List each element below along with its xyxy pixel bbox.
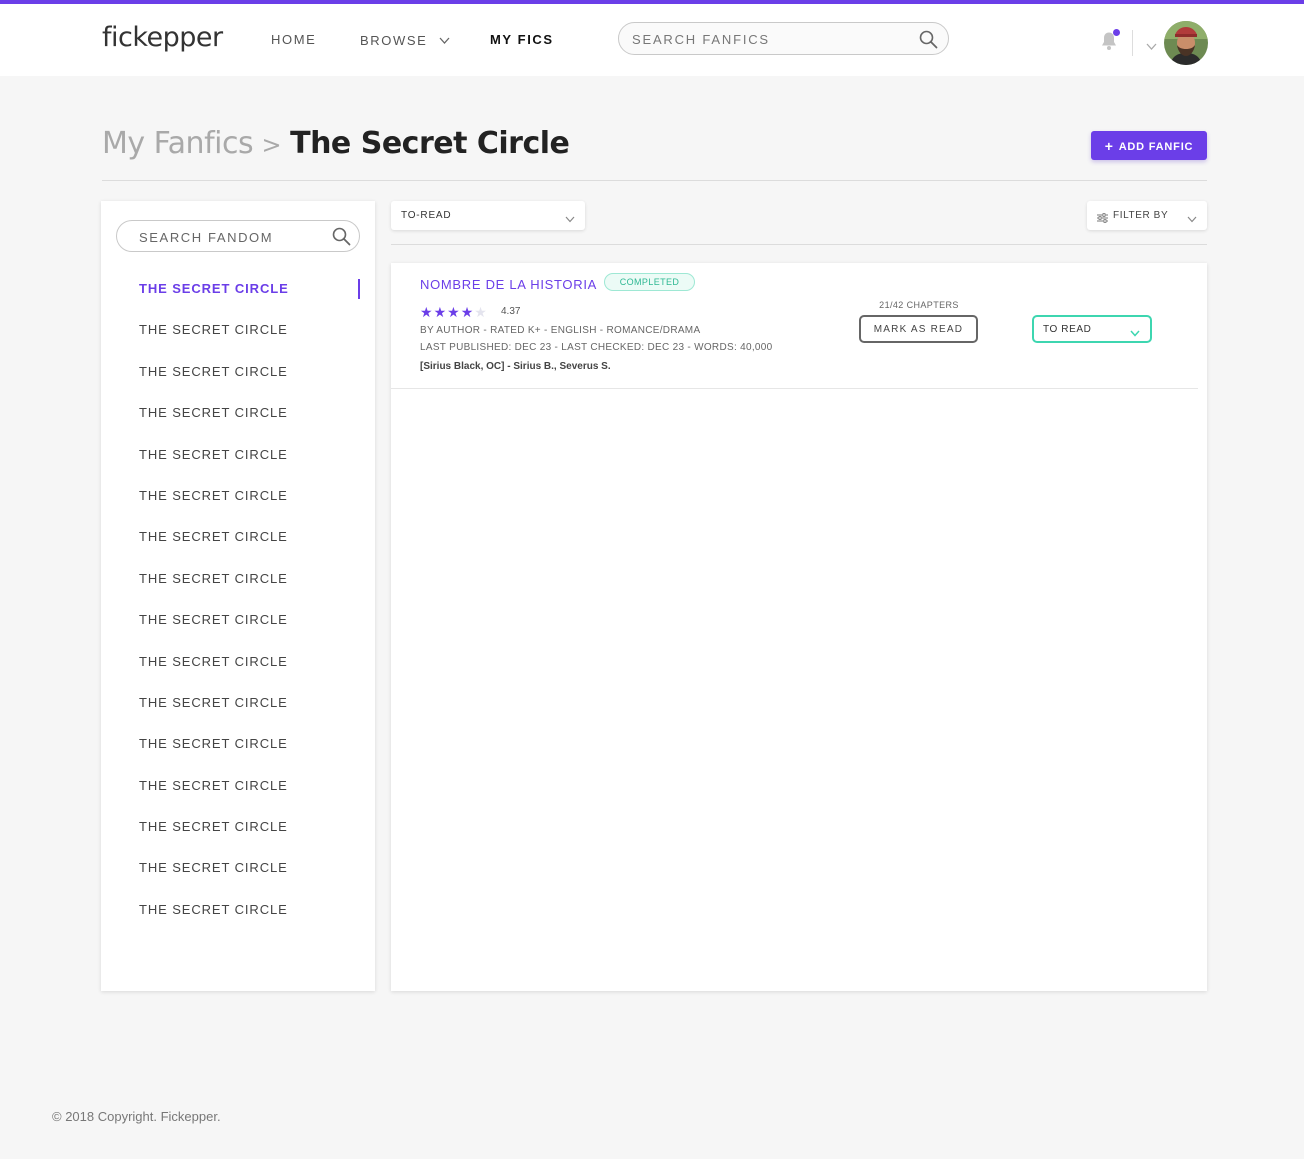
fandom-sidebar: THE SECRET CIRCLE THE SECRET CIRCLE THE …: [101, 201, 375, 991]
fanfic-characters: [Sirius Black, OC] - Sirius B., Severus …: [420, 361, 611, 372]
notification-dot: [1113, 29, 1120, 36]
fandom-item[interactable]: THE SECRET CIRCLE: [101, 693, 375, 734]
fandom-item[interactable]: THE SECRET CIRCLE: [101, 900, 375, 941]
fandom-item[interactable]: THE SECRET CIRCLE: [101, 362, 375, 403]
search-icon[interactable]: [919, 30, 938, 54]
star-rating: ★★★★★: [420, 304, 488, 321]
chevron-down-icon[interactable]: [1146, 37, 1157, 55]
top-navbar: fickepper HOME BROWSE MY FICS: [0, 0, 1304, 76]
page-title: My Fanfics > The Secret Circle: [102, 126, 570, 161]
star-icon: ★: [420, 304, 434, 320]
fandom-search: [116, 220, 360, 252]
chapter-progress: 21/42 CHAPTERS: [879, 300, 959, 310]
fanfic-search-input[interactable]: [632, 29, 912, 49]
divider: [391, 244, 1207, 245]
search-icon[interactable]: [332, 227, 351, 251]
fandom-item[interactable]: THE SECRET CIRCLE: [101, 610, 375, 651]
fanfic-dates: LAST PUBLISHED: DEC 23 - LAST CHECKED: D…: [420, 342, 773, 353]
main-content: TO-READ FILTER BY NOMBRE DE LA HISTORIA …: [391, 201, 1207, 991]
status-filter-value: TO-READ: [401, 210, 452, 221]
reading-status-value: TO READ: [1043, 324, 1092, 335]
fandom-item[interactable]: THE SECRET CIRCLE: [101, 734, 375, 775]
star-icon: ★: [474, 304, 488, 320]
fandom-item[interactable]: THE SECRET CIRCLE: [101, 652, 375, 693]
star-icon: ★: [433, 304, 448, 320]
fandom-item[interactable]: THE SECRET CIRCLE: [101, 445, 375, 486]
footer-copyright: © 2018 Copyright. Fickepper.: [52, 1109, 221, 1124]
fanfic-list: NOMBRE DE LA HISTORIA COMPLETED ★★★★★ 4.…: [391, 263, 1207, 991]
chevron-down-icon: [565, 210, 575, 228]
fandom-item[interactable]: THE SECRET CIRCLE: [101, 858, 375, 899]
nav-browse-label: BROWSE: [360, 33, 428, 48]
rating-value: 4.37: [501, 306, 521, 317]
add-fanfic-label: ADD FANFIC: [1118, 140, 1194, 153]
status-filter-dropdown[interactable]: TO-READ: [391, 201, 585, 230]
chevron-down-icon: [1187, 210, 1197, 228]
fanfic-meta: BY AUTHOR - RATED K+ - ENGLISH - ROMANCE…: [420, 325, 701, 336]
fandom-item[interactable]: THE SECRET CIRCLE: [101, 403, 375, 444]
logo[interactable]: fickepper: [102, 22, 223, 53]
chevron-down-icon: [439, 32, 450, 47]
status-badge: COMPLETED: [604, 273, 695, 291]
fandom-item[interactable]: THE SECRET CIRCLE: [101, 279, 375, 320]
fanfic-row: NOMBRE DE LA HISTORIA COMPLETED ★★★★★ 4.…: [391, 263, 1198, 389]
star-icon: ★: [460, 304, 475, 320]
mark-as-read-button[interactable]: MARK AS READ: [859, 315, 978, 343]
nav-my-fics[interactable]: MY FICS: [490, 32, 554, 47]
nav-browse[interactable]: BROWSE: [360, 32, 450, 48]
breadcrumb-separator: >: [261, 131, 282, 159]
filter-by-label: FILTER BY: [1113, 210, 1169, 221]
chevron-down-icon: [1130, 324, 1140, 342]
fandom-item[interactable]: THE SECRET CIRCLE: [101, 569, 375, 610]
star-icon: ★: [447, 304, 461, 320]
fanfic-search: [618, 22, 949, 55]
fanfic-title[interactable]: NOMBRE DE LA HISTORIA: [420, 277, 597, 292]
filter-by-dropdown[interactable]: FILTER BY: [1087, 201, 1207, 230]
sliders-icon: [1097, 210, 1108, 228]
add-fanfic-button[interactable]: + ADD FANFIC: [1091, 131, 1207, 160]
nav-home[interactable]: HOME: [271, 32, 316, 47]
breadcrumb-my-fanfics[interactable]: My Fanfics: [102, 126, 254, 161]
breadcrumb-current: The Secret Circle: [290, 126, 570, 161]
fandom-item[interactable]: THE SECRET CIRCLE: [101, 486, 375, 527]
divider: [102, 180, 1207, 181]
fandom-item[interactable]: THE SECRET CIRCLE: [101, 527, 375, 568]
fandom-item[interactable]: THE SECRET CIRCLE: [101, 776, 375, 817]
fandom-item[interactable]: THE SECRET CIRCLE: [101, 817, 375, 858]
fandom-list: THE SECRET CIRCLE THE SECRET CIRCLE THE …: [101, 279, 375, 941]
user-avatar[interactable]: [1164, 21, 1208, 65]
reading-status-dropdown[interactable]: TO READ: [1032, 315, 1152, 343]
plus-icon: +: [1104, 137, 1114, 154]
fandom-item[interactable]: THE SECRET CIRCLE: [101, 320, 375, 361]
divider: [1132, 30, 1133, 56]
fandom-search-input[interactable]: [139, 227, 324, 247]
